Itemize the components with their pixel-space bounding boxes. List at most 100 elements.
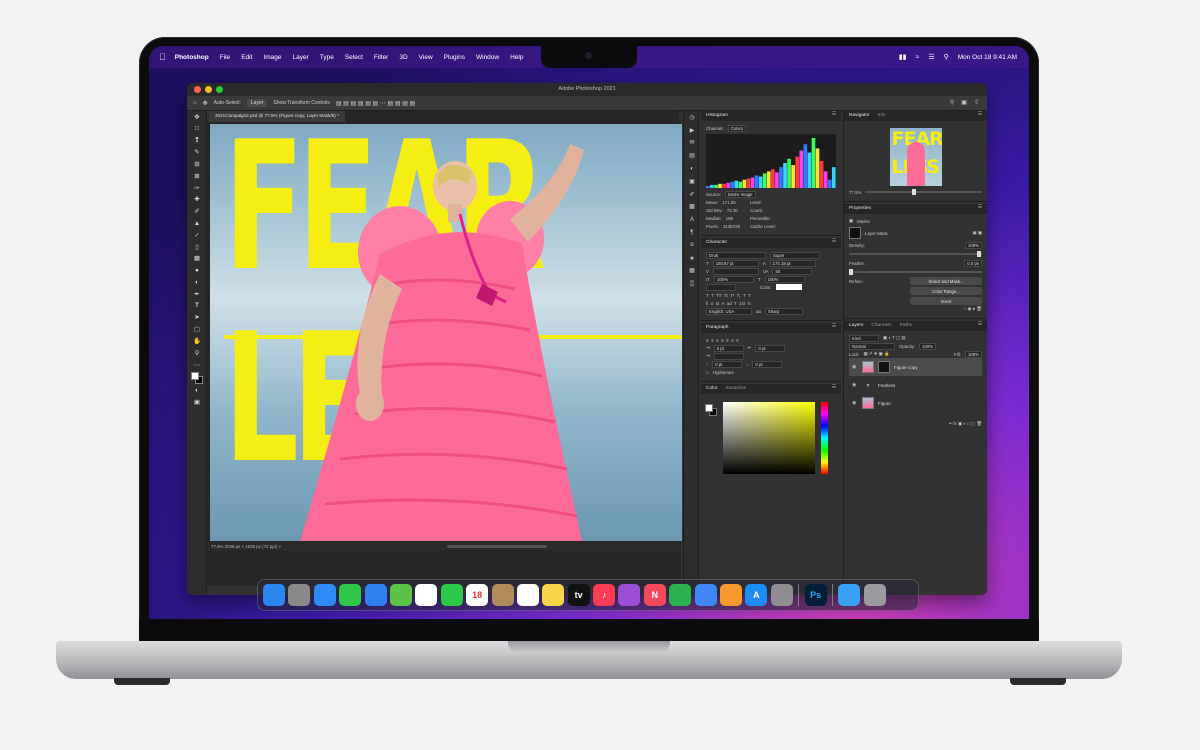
dodge-tool-icon[interactable]: ◐ — [187, 276, 207, 288]
control-center-icon[interactable]: ☰ — [928, 53, 934, 61]
dock-reminders-icon[interactable] — [516, 584, 539, 606]
hyphenate-checkbox[interactable]: □ — [706, 370, 709, 375]
layer-filter-select[interactable]: Kind — [849, 334, 879, 342]
visibility-eye-icon[interactable]: ◉ — [852, 382, 858, 388]
color-range-button[interactable]: Color Range... — [910, 287, 982, 295]
menu-edit[interactable]: Edit — [241, 54, 252, 61]
paragraph-icon[interactable]: ¶ — [684, 226, 700, 239]
feather-slider[interactable] — [849, 269, 982, 275]
lasso-tool-icon[interactable]: ❢ — [187, 135, 207, 147]
dock-system-preferences-icon[interactable] — [770, 584, 793, 606]
share-icon[interactable]: ⇧ — [974, 99, 979, 106]
dock-maps-icon[interactable] — [389, 584, 412, 606]
indent-left-field[interactable]: 0 pt — [713, 344, 744, 352]
document-tab[interactable]: 2021Campaign2.psd @ 77.5% (Figure copy, … — [209, 111, 345, 122]
density-field[interactable]: 100% — [965, 241, 982, 249]
panel-menu-icon[interactable]: ☰ — [978, 322, 982, 327]
more-tools-icon[interactable]: ⋯ — [187, 359, 207, 371]
slider-knob[interactable] — [849, 269, 853, 275]
battery-icon[interactable]: ▮▮ — [899, 53, 907, 61]
dock-calendar-icon[interactable]: 18 — [466, 584, 489, 606]
libraries-icon[interactable]: ▤ — [684, 149, 700, 162]
layer-row[interactable]: ◉ T Fearless — [849, 376, 982, 394]
lock-icons[interactable]: ▩ ✐ ✥ ▣ 🔒 — [864, 351, 890, 357]
hue-slider[interactable] — [821, 402, 828, 474]
frame-tool-icon[interactable]: ⊠ — [187, 170, 207, 182]
stamp-tool-icon[interactable]: ▲ — [187, 217, 207, 229]
dock-mail-icon[interactable] — [364, 584, 387, 606]
canvas-area[interactable]: FEAR LESS — [207, 122, 682, 586]
move-tool-icon[interactable]: ✥ — [203, 100, 208, 107]
styles-icon[interactable]: ▣ — [684, 175, 700, 188]
dock-safari-icon[interactable] — [313, 584, 336, 606]
pen-tool-icon[interactable]: ✒ — [187, 288, 207, 300]
dock-podcasts-icon[interactable] — [618, 584, 641, 606]
search-icon[interactable]: ⚲ — [950, 99, 954, 106]
dock-launchpad-icon[interactable] — [288, 584, 311, 606]
quick-select-tool-icon[interactable]: ✎ — [187, 146, 207, 158]
layer-mask-thumbnail[interactable] — [878, 361, 890, 373]
channel-select[interactable]: Colors — [727, 124, 746, 132]
history-icon[interactable]: ◷ — [684, 111, 700, 124]
menu-clock[interactable]: Mon Oct 18 9:41 AM — [958, 54, 1017, 61]
menu-filter[interactable]: Filter — [374, 54, 388, 61]
dock-app-store-icon[interactable]: A — [745, 584, 768, 606]
visibility-eye-icon[interactable]: ◉ — [852, 364, 858, 370]
invert-button[interactable]: Invert — [910, 297, 982, 305]
foreground-color-swatch[interactable] — [705, 404, 713, 412]
gradients-icon[interactable]: ▒ — [684, 277, 700, 290]
menu-3d[interactable]: 3D — [399, 54, 407, 61]
swatches-icon[interactable]: ▦ — [684, 265, 700, 278]
text-color-swatch[interactable] — [775, 284, 802, 290]
mask-action-icons[interactable]: ○ ◉ ● 🗑 — [964, 306, 982, 312]
patterns-icon[interactable]: ▩ — [684, 201, 700, 214]
leading-field[interactable]: 172.18 pt — [769, 259, 816, 267]
gradient-tool-icon[interactable]: ▩ — [187, 253, 207, 265]
dock-finder-icon[interactable] — [263, 584, 285, 606]
brush-tool-icon[interactable]: ✐ — [187, 205, 207, 217]
layers-tab[interactable]: Layers — [849, 323, 863, 329]
menu-app-name[interactable]: Photoshop — [175, 54, 209, 61]
dock-trash-icon[interactable] — [863, 584, 886, 606]
info-tab[interactable]: Info — [878, 113, 886, 119]
apple-logo-icon[interactable]:  — [159, 52, 166, 62]
layer-action-icons[interactable]: ⚭ fx ▣ ◐ □ ▢ 🗑 — [948, 421, 982, 427]
paragraph-title[interactable]: Paragraph — [706, 325, 728, 331]
navigator-title[interactable]: Navigator — [849, 113, 870, 119]
navigator-zoom-slider[interactable] — [865, 189, 982, 195]
actions-icon[interactable]: ▶ — [684, 124, 700, 137]
properties-title[interactable]: Properties — [849, 206, 871, 212]
visibility-eye-icon[interactable]: ◉ — [852, 400, 858, 406]
type-style-buttons[interactable]: T T TT Tt T¹ T₁ T T — [706, 293, 751, 298]
character-icon[interactable]: A — [684, 213, 700, 226]
panel-menu-icon[interactable]: ☰ — [978, 205, 982, 210]
layer-name[interactable]: Figure — [878, 401, 891, 406]
density-slider[interactable] — [849, 251, 982, 257]
panel-menu-icon[interactable]: ☰ — [832, 385, 836, 390]
horizontal-scrollbar[interactable] — [447, 545, 547, 548]
shape-tool-icon[interactable]: ▢ — [187, 323, 207, 335]
font-family-select[interactable]: Druk — [706, 251, 766, 259]
dock-news-icon[interactable]: N — [643, 584, 666, 606]
dock-facetime-icon[interactable] — [440, 584, 463, 606]
dock-photos-icon[interactable] — [415, 584, 438, 606]
panel-menu-icon[interactable]: ☰ — [832, 112, 836, 117]
blend-mode-select[interactable]: Normal — [849, 342, 895, 350]
source-select[interactable]: Entire Image — [725, 190, 756, 198]
panel-menu-icon[interactable]: ☰ — [832, 239, 836, 244]
layer-filter-icons[interactable]: ▣ ◐ T ▢ ▤ — [883, 335, 906, 341]
eyedropper-tool-icon[interactable]: ✑ — [187, 182, 207, 194]
color-field[interactable] — [723, 402, 815, 474]
language-select[interactable]: English: USA — [706, 307, 752, 315]
crop-tool-icon[interactable]: ⊞ — [187, 158, 207, 170]
navigator-zoom[interactable]: 77.5% — [849, 190, 861, 195]
shapes-icon[interactable]: ★ — [684, 252, 700, 265]
vertical-scale-field[interactable]: 100% — [713, 275, 754, 283]
indent-right-field[interactable]: 0 pt — [755, 344, 786, 352]
slider-knob[interactable] — [912, 189, 917, 195]
dock-pages-icon[interactable] — [720, 584, 743, 606]
search-icon[interactable]: ⚲ — [944, 53, 949, 61]
dock-apple-tv-icon[interactable]: tv — [567, 584, 590, 606]
layer-name[interactable]: Fearless — [878, 383, 895, 388]
tracking-field[interactable]: 50 — [772, 267, 813, 275]
